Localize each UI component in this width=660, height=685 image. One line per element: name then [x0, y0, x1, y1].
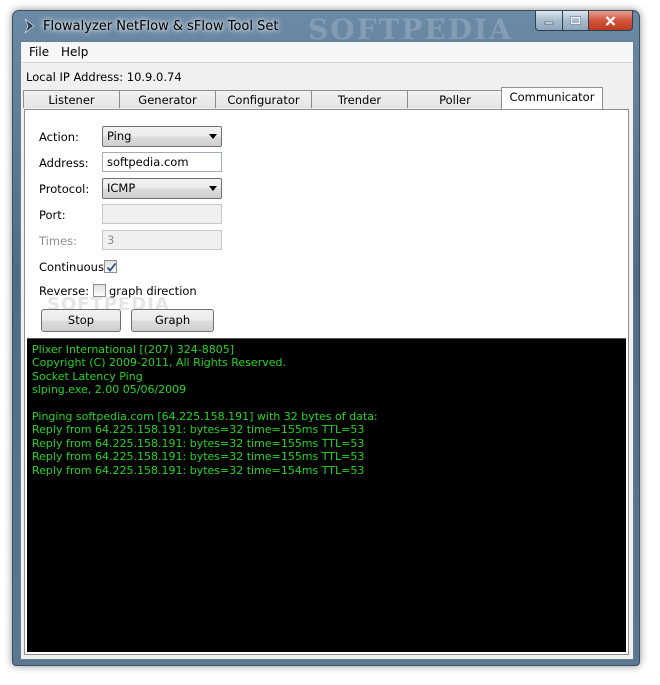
- address-input[interactable]: softpedia.com: [102, 152, 222, 172]
- tab-listener[interactable]: Listener: [23, 90, 120, 108]
- continuous-label: Continuous:: [39, 260, 108, 274]
- tab-configurator[interactable]: Configurator: [215, 90, 312, 108]
- tab-trender[interactable]: Trender: [311, 90, 408, 108]
- port-label: Port:: [39, 208, 66, 222]
- protocol-select[interactable]: ICMP: [102, 178, 222, 199]
- console-line: Reply from 64.225.158.191: bytes=32 time…: [32, 436, 365, 450]
- minimize-button[interactable]: [535, 11, 563, 31]
- output-console[interactable]: Plixer International [(207) 324-8805] Co…: [27, 338, 626, 652]
- times-input[interactable]: 3: [102, 230, 222, 250]
- maximize-button[interactable]: [563, 11, 589, 31]
- stop-button[interactable]: Stop: [41, 309, 121, 332]
- protocol-label: Protocol:: [39, 182, 90, 196]
- console-line: Reply from 64.225.158.191: bytes=32 time…: [32, 450, 365, 464]
- times-label: Times:: [39, 234, 78, 248]
- console-line: slping.exe, 2.00 05/06/2009: [32, 383, 187, 397]
- console-line: Pinging softpedia.com [64.225.158.191] w…: [32, 409, 378, 423]
- protocol-value: ICMP: [107, 181, 136, 195]
- graph-direction-checkbox[interactable]: [93, 284, 106, 297]
- action-select[interactable]: Ping: [102, 126, 222, 147]
- port-input[interactable]: [102, 204, 222, 224]
- menu-bar: File Help: [21, 42, 633, 63]
- continuous-checkbox[interactable]: [104, 260, 117, 273]
- local-ip-label: Local IP Address: 10.9.0.74: [26, 70, 182, 84]
- action-value: Ping: [107, 129, 132, 143]
- chevron-down-icon: [209, 186, 217, 191]
- graph-direction-label: graph direction: [109, 284, 197, 298]
- close-icon: [605, 15, 616, 26]
- chevron-down-icon: [209, 134, 217, 139]
- console-line: Socket Latency Ping: [32, 369, 143, 383]
- console-line: Reply from 64.225.158.191: bytes=32 time…: [32, 423, 365, 437]
- tab-poller[interactable]: Poller: [407, 90, 503, 108]
- client-area: File Help Local IP Address: 10.9.0.74 Li…: [20, 41, 634, 660]
- console-line: Plixer International [(207) 324-8805]: [32, 343, 235, 356]
- console-line: Copyright (C) 2009-2011, All Rights Rese…: [32, 356, 286, 370]
- caption-buttons: [535, 11, 633, 31]
- minimize-icon: [544, 21, 554, 24]
- tab-communicator[interactable]: Communicator: [501, 87, 603, 109]
- app-window: Flowalyzer NetFlow & sFlow Tool Set SOFT…: [12, 10, 640, 666]
- maximize-icon: [570, 16, 581, 25]
- action-label: Action:: [39, 130, 79, 144]
- communicator-panel: Action: Ping Address: softpedia.com Prot…: [24, 109, 629, 655]
- app-icon[interactable]: [22, 18, 38, 34]
- graph-button[interactable]: Graph: [131, 309, 214, 332]
- window-title: Flowalyzer NetFlow & sFlow Tool Set: [43, 19, 279, 34]
- tab-generator[interactable]: Generator: [119, 90, 216, 108]
- address-label: Address:: [39, 156, 89, 170]
- reverse-label: Reverse:: [39, 284, 90, 298]
- checkmark-icon: [106, 262, 117, 272]
- menu-file[interactable]: File: [29, 45, 49, 59]
- console-line: Reply from 64.225.158.191: bytes=32 time…: [32, 463, 365, 477]
- tab-strip: Listener Generator Configurator Trender …: [21, 87, 633, 109]
- title-bar[interactable]: Flowalyzer NetFlow & sFlow Tool Set SOFT…: [13, 11, 639, 46]
- close-button[interactable]: [589, 11, 633, 31]
- menu-help[interactable]: Help: [61, 45, 88, 59]
